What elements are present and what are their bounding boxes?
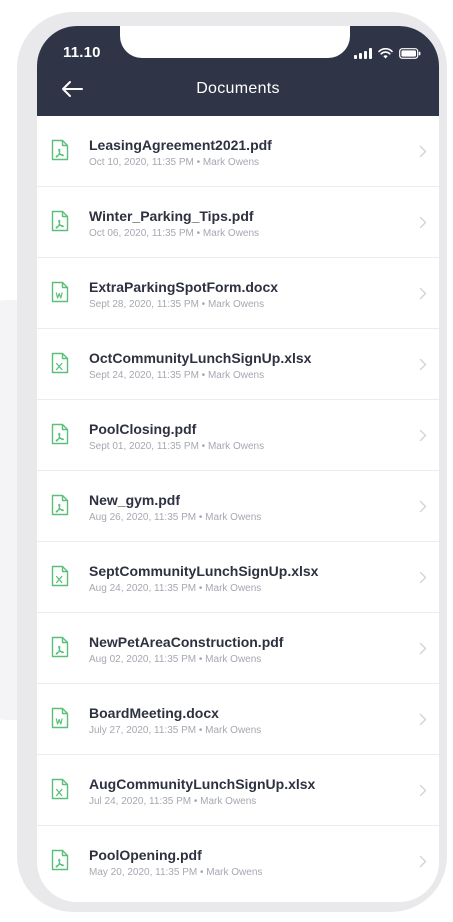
battery-icon [399,48,421,59]
document-meta: Sept 28, 2020, 11:35 PM • Mark Owens [89,299,265,310]
document-name: Winter_Parking_Tips.pdf [89,208,254,224]
document-meta: Aug 26, 2020, 11:35 PM • Mark Owens [89,512,262,523]
document-meta: July 27, 2020, 11:35 PM • Mark Owens [89,725,262,736]
pdf-file-icon [51,210,69,232]
document-name: NewPetAreaConstruction.pdf [89,634,284,650]
document-name: BoardMeeting.docx [89,705,219,721]
signal-icon [354,48,372,59]
document-meta: Sept 24, 2020, 11:35 PM • Mark Owens [89,370,265,381]
document-name: LeasingAgreement2021.pdf [89,137,272,153]
pdf-file-icon [51,636,69,658]
chevron-right-icon [419,216,427,229]
document-meta: Aug 02, 2020, 11:35 PM • Mark Owens [89,654,262,665]
chevron-right-icon [419,287,427,300]
page: 11.10 Documents LeasingAgreement2021.pdf… [0,0,453,922]
document-meta: Jul 24, 2020, 11:35 PM • Mark Owens [89,796,257,807]
document-row[interactable]: PoolOpening.pdf May 20, 2020, 11:35 PM •… [37,826,439,897]
word-file-icon [51,281,69,303]
chevron-right-icon [419,358,427,371]
document-row[interactable]: ExtraParkingSpotForm.docx Sept 28, 2020,… [37,258,439,329]
excel-file-icon [51,352,69,374]
document-name: SeptCommunityLunchSignUp.xlsx [89,563,319,579]
document-list: LeasingAgreement2021.pdf Oct 10, 2020, 1… [37,116,439,897]
document-meta: Oct 10, 2020, 11:35 PM • Mark Owens [89,157,260,168]
pdf-file-icon [51,849,69,871]
excel-file-icon [51,778,69,800]
document-name: New_gym.pdf [89,492,181,508]
document-name: ExtraParkingSpotForm.docx [89,279,279,295]
word-file-icon [51,707,69,729]
page-title: Documents [196,80,280,97]
document-name: PoolOpening.pdf [89,847,202,863]
chevron-right-icon [419,855,427,868]
document-row[interactable]: New_gym.pdf Aug 26, 2020, 11:35 PM • Mar… [37,471,439,542]
document-row[interactable]: LeasingAgreement2021.pdf Oct 10, 2020, 1… [37,116,439,187]
phone-notch [120,26,350,58]
chevron-right-icon [419,429,427,442]
chevron-right-icon [419,145,427,158]
status-icons [354,47,421,59]
chevron-right-icon [419,713,427,726]
phone-screen: 11.10 Documents LeasingAgreement2021.pdf… [37,26,439,902]
document-row[interactable]: OctCommunityLunchSignUp.xlsx Sept 24, 20… [37,329,439,400]
document-row[interactable]: Winter_Parking_Tips.pdf Oct 06, 2020, 11… [37,187,439,258]
document-row[interactable]: BoardMeeting.docx July 27, 2020, 11:35 P… [37,684,439,755]
chevron-right-icon [419,500,427,513]
document-row[interactable]: PoolClosing.pdf Sept 01, 2020, 11:35 PM … [37,400,439,471]
document-meta: Aug 24, 2020, 11:35 PM • Mark Owens [89,583,262,594]
chevron-right-icon [419,571,427,584]
pdf-file-icon [51,494,69,516]
document-meta: May 20, 2020, 11:35 PM • Mark Owens [89,867,263,878]
document-name: OctCommunityLunchSignUp.xlsx [89,350,312,366]
pdf-file-icon [51,423,69,445]
status-time: 11.10 [63,44,101,61]
excel-file-icon [51,565,69,587]
document-meta: Oct 06, 2020, 11:35 PM • Mark Owens [89,228,260,239]
pdf-file-icon [51,139,69,161]
chevron-right-icon [419,784,427,797]
chevron-right-icon [419,642,427,655]
document-row[interactable]: NewPetAreaConstruction.pdf Aug 02, 2020,… [37,613,439,684]
document-name: PoolClosing.pdf [89,421,197,437]
app-header: 11.10 Documents [37,26,439,116]
document-row[interactable]: AugCommunityLunchSignUp.xlsx Jul 24, 202… [37,755,439,826]
document-meta: Sept 01, 2020, 11:35 PM • Mark Owens [89,441,265,452]
document-name: AugCommunityLunchSignUp.xlsx [89,776,316,792]
document-row[interactable]: SeptCommunityLunchSignUp.xlsx Aug 24, 20… [37,542,439,613]
wifi-icon [378,48,393,59]
